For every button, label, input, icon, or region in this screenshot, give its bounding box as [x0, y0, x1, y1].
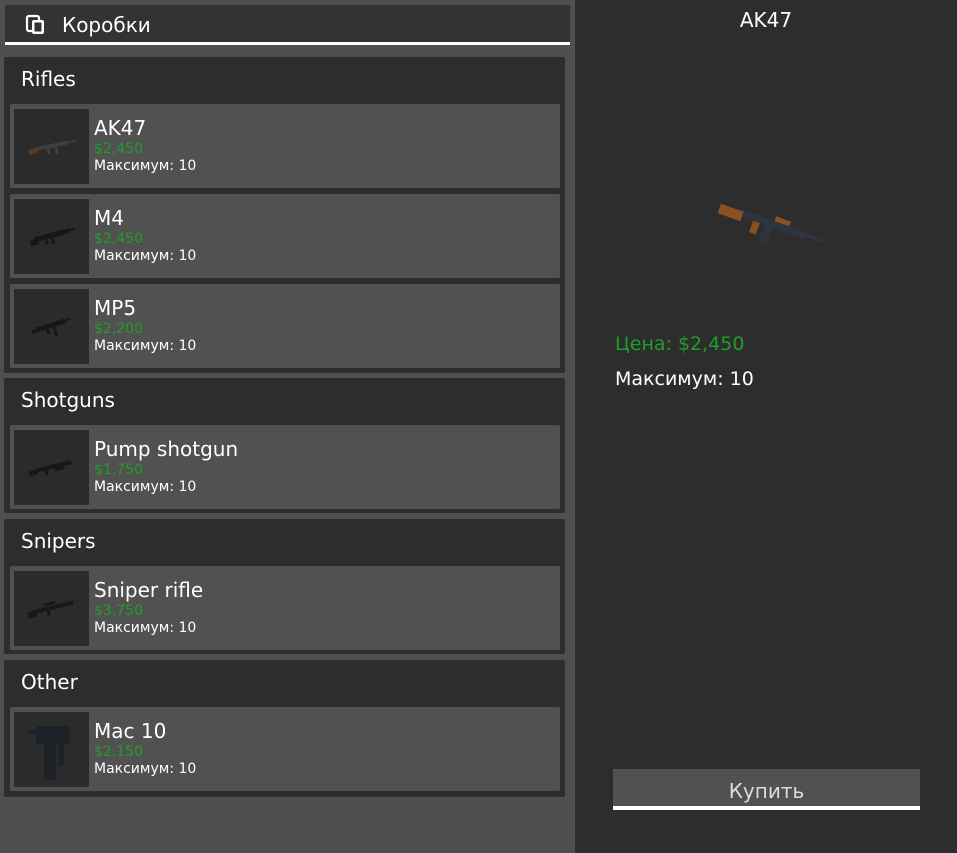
item-name: MP5	[94, 296, 137, 320]
item-name: Mac 10	[94, 719, 167, 743]
sniper-icon	[14, 571, 89, 646]
item-price: $2,150	[94, 744, 143, 760]
item-price: $3,750	[94, 603, 143, 619]
item-max: Максимум: 10	[94, 620, 197, 636]
mac10-icon	[14, 712, 89, 787]
category-title: Snipers	[21, 529, 96, 553]
item-sniper-rifle[interactable]: Sniper rifle $3,750 Максимум: 10	[10, 566, 560, 650]
item-m4[interactable]: M4 $2,450 Максимум: 10	[10, 194, 560, 278]
item-max: Максимум: 10	[94, 248, 197, 264]
detail-title: AK47	[739, 8, 793, 32]
item-name: Pump shotgun	[94, 437, 239, 461]
buy-button[interactable]: Купить	[613, 769, 920, 810]
item-price: $2,450	[94, 141, 143, 157]
shotgun-icon	[14, 430, 89, 505]
category-snipers: Snipers Sniper rifle $3,750 Максимум: 10	[4, 519, 565, 654]
detail-price: Цена: $2,450	[615, 333, 745, 355]
detail-panel: AK47 Цена: $2,450 Максимум: 10 Купить	[575, 0, 957, 853]
category-title: Rifles	[21, 67, 76, 91]
item-pump-shotgun[interactable]: Pump shotgun $1,750 Максимум: 10	[10, 425, 560, 509]
ak47-icon	[14, 109, 89, 184]
list-header: Коробки	[5, 5, 570, 45]
ak47-icon	[717, 203, 825, 245]
shop-list-panel: Коробки Rifles AK47 $2,450 Максимум: 10 …	[0, 0, 575, 853]
item-max: Максимум: 10	[94, 479, 197, 495]
item-name: M4	[94, 206, 124, 230]
item-price: $2,450	[94, 231, 143, 247]
mp5-icon	[14, 289, 89, 364]
item-price: $2,200	[94, 321, 143, 337]
category-title: Other	[21, 670, 78, 694]
item-price: $1,750	[94, 462, 143, 478]
category-title: Shotguns	[21, 388, 115, 412]
item-name: AK47	[94, 116, 147, 140]
item-mac10[interactable]: Mac 10 $2,150 Максимум: 10	[10, 707, 560, 791]
list-title: Коробки	[62, 13, 151, 37]
category-rifles: Rifles AK47 $2,450 Максимум: 10 M4 $2,45…	[4, 57, 565, 373]
item-ak47[interactable]: AK47 $2,450 Максимум: 10	[10, 104, 560, 188]
category-other: Other Mac 10 $2,150 Максимум: 10	[4, 660, 565, 797]
item-name: Sniper rifle	[94, 578, 204, 602]
category-shotguns: Shotguns Pump shotgun $1,750 Максимум: 1…	[4, 378, 565, 513]
item-mp5[interactable]: MP5 $2,200 Максимум: 10	[10, 284, 560, 368]
copy-icon	[25, 14, 44, 34]
item-max: Максимум: 10	[94, 761, 197, 777]
item-max: Максимум: 10	[94, 338, 197, 354]
m4-icon	[14, 199, 89, 274]
detail-max: Максимум: 10	[615, 368, 754, 390]
item-max: Максимум: 10	[94, 158, 197, 174]
